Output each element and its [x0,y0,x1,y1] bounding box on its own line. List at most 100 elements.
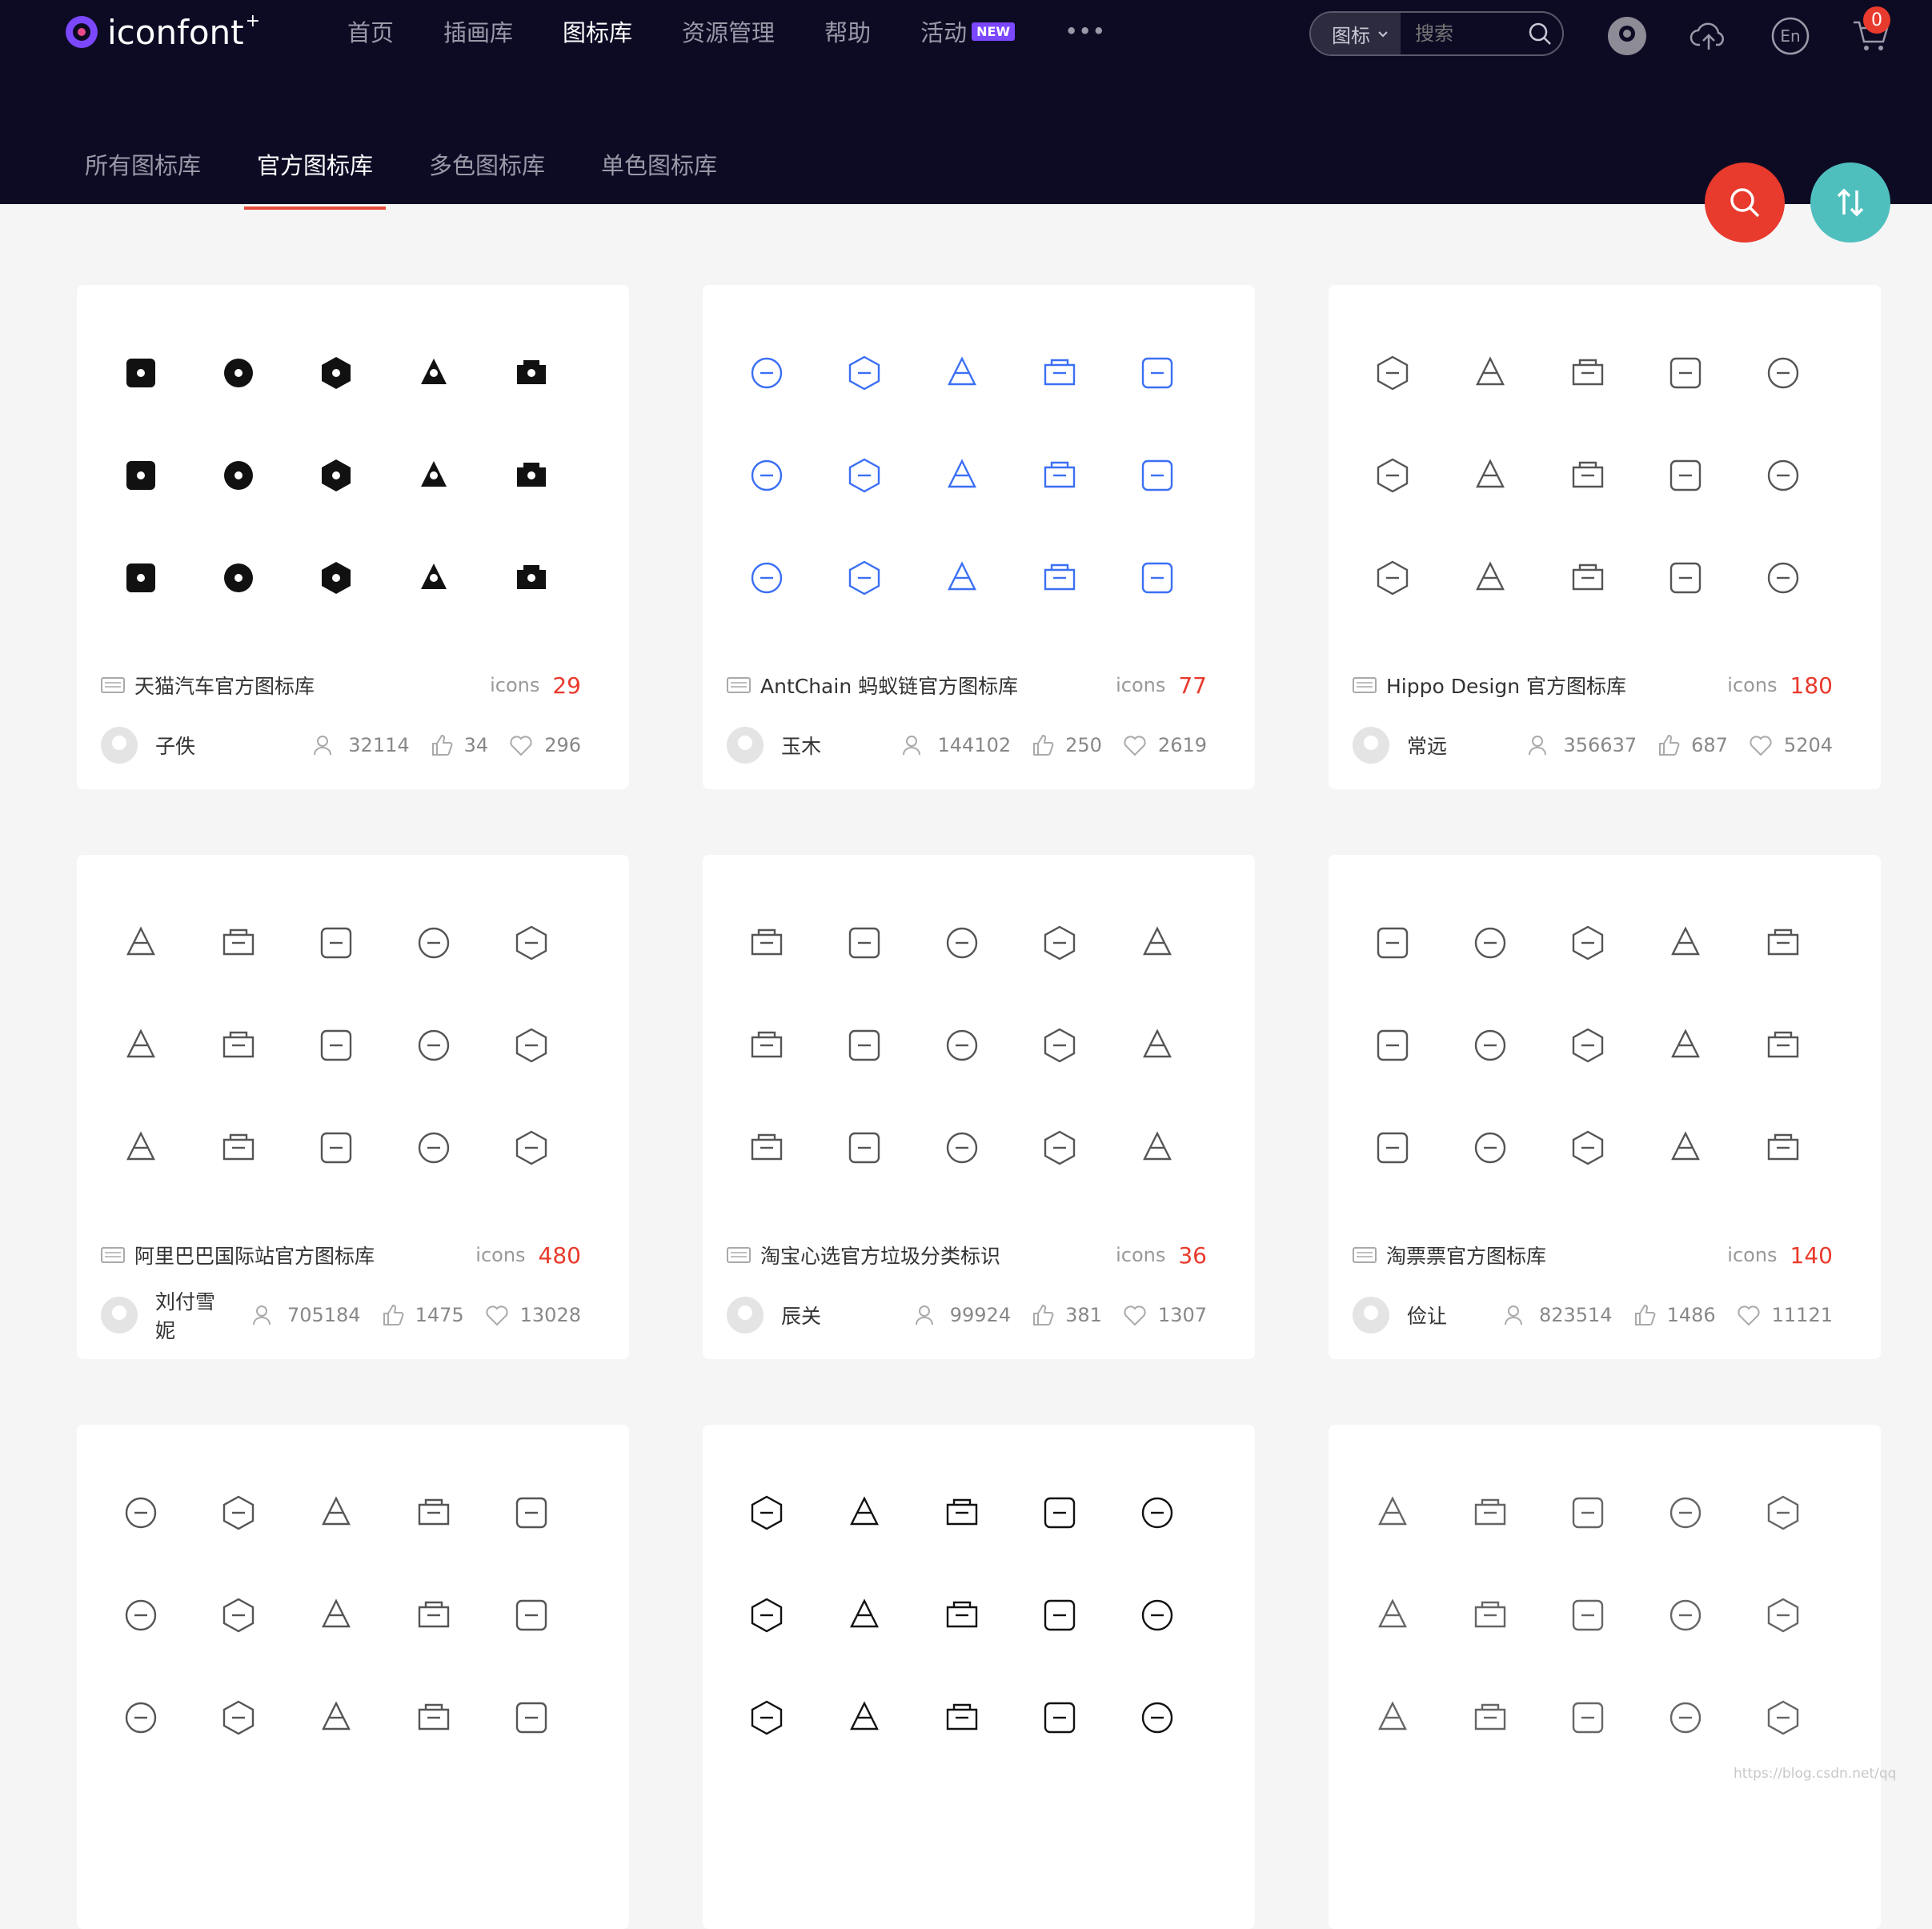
library-preview-icon[interactable] [1762,1697,1804,1739]
library-preview-icon[interactable] [218,455,259,496]
card-title[interactable]: 阿里巴巴国际站官方图标库 [134,1241,475,1269]
library-preview-icon[interactable] [746,1025,788,1066]
library-preview-icon[interactable] [1136,557,1178,599]
library-preview-icon[interactable] [315,352,357,394]
library-preview-icon[interactable] [1567,1025,1609,1066]
library-preview-icon[interactable] [941,1127,983,1169]
library-preview-icon[interactable] [315,1127,357,1169]
library-preview-icon[interactable] [511,1492,552,1534]
library-preview-icon[interactable] [941,557,983,599]
library-preview-icon[interactable] [1665,352,1706,394]
library-preview-icon[interactable] [844,1127,885,1169]
author-avatar[interactable] [1353,727,1389,764]
library-card[interactable] [1329,1425,1881,1929]
library-preview-icon[interactable] [120,922,162,964]
library-preview-icon[interactable] [1567,352,1609,394]
library-preview-icon[interactable] [1039,1594,1080,1636]
author-name[interactable]: 常远 [1407,731,1507,760]
library-preview-icon[interactable] [1567,557,1609,599]
library-preview-icon[interactable] [1039,1492,1080,1534]
library-preview-icon[interactable] [1665,557,1706,599]
library-preview-icon[interactable] [218,1697,259,1739]
library-preview-icon[interactable] [941,455,983,496]
library-preview-icon[interactable] [1136,352,1178,394]
library-preview-icon[interactable] [413,557,455,599]
favorites-stat[interactable]: 296 [509,734,581,756]
library-preview-icon[interactable] [1665,1025,1706,1066]
library-preview-icon[interactable] [511,1127,552,1169]
library-preview-icon[interactable] [1665,1697,1706,1739]
author-avatar[interactable] [727,727,764,764]
library-preview-icon[interactable] [413,1127,455,1169]
library-preview-icon[interactable] [413,1025,455,1066]
author-avatar[interactable] [727,1297,764,1333]
library-preview-icon[interactable] [120,1697,162,1739]
library-preview-icon[interactable] [315,922,357,964]
library-card[interactable]: 淘宝心选官方垃圾分类标识 icons 36 辰关 99924 381 1307 [703,855,1255,1359]
library-preview-icon[interactable] [1762,455,1804,496]
library-preview-icon[interactable] [1665,1594,1706,1636]
library-preview-icon[interactable] [511,352,552,394]
likes-stat[interactable]: 34 [431,734,488,756]
library-preview-icon[interactable] [1372,455,1413,496]
library-preview-icon[interactable] [1762,1127,1804,1169]
library-preview-icon[interactable] [1469,1127,1511,1169]
favorites-stat[interactable]: 11121 [1737,1304,1833,1326]
author-name[interactable]: 辰关 [781,1301,894,1329]
library-preview-icon[interactable] [120,1025,162,1066]
library-preview-icon[interactable] [1136,1594,1178,1636]
library-preview-icon[interactable] [1039,1697,1080,1739]
library-preview-icon[interactable] [1372,1697,1413,1739]
library-preview-icon[interactable] [218,557,259,599]
library-preview-icon[interactable] [1039,1127,1080,1169]
card-title[interactable]: 淘宝心选官方垃圾分类标识 [760,1241,1116,1269]
nav-icon-library[interactable]: 图标库 [563,14,632,48]
library-preview-icon[interactable] [1469,1492,1511,1534]
library-preview-icon[interactable] [1039,352,1080,394]
library-preview-icon[interactable] [844,1697,885,1739]
library-preview-icon[interactable] [218,1127,259,1169]
library-preview-icon[interactable] [1136,455,1178,496]
library-preview-icon[interactable] [1762,1025,1804,1066]
library-preview-icon[interactable] [941,1025,983,1066]
likes-stat[interactable]: 1475 [382,1304,464,1326]
library-preview-icon[interactable] [1469,557,1511,599]
library-preview-icon[interactable] [1136,922,1178,964]
library-preview-icon[interactable] [511,557,552,599]
library-preview-icon[interactable] [511,1594,552,1636]
library-preview-icon[interactable] [1039,922,1080,964]
library-preview-icon[interactable] [941,1492,983,1534]
search-type-select[interactable]: 图标 [1311,13,1401,54]
library-preview-icon[interactable] [1469,922,1511,964]
library-preview-icon[interactable] [1372,1025,1413,1066]
library-preview-icon[interactable] [413,352,455,394]
library-card[interactable] [703,1425,1255,1929]
favorites-stat[interactable]: 2619 [1123,734,1207,756]
library-preview-icon[interactable] [1469,1697,1511,1739]
library-preview-icon[interactable] [1469,455,1511,496]
library-preview-icon[interactable] [1372,922,1413,964]
library-preview-icon[interactable] [941,1594,983,1636]
library-preview-icon[interactable] [1136,1697,1178,1739]
library-preview-icon[interactable] [511,1697,552,1739]
nav-events[interactable]: 活动 NEW [920,14,1016,48]
library-preview-icon[interactable] [844,1492,885,1534]
library-preview-icon[interactable] [1469,352,1511,394]
library-preview-icon[interactable] [746,1492,788,1534]
upload-cloud-icon[interactable] [1689,16,1729,56]
library-preview-icon[interactable] [1136,1492,1178,1534]
library-preview-icon[interactable] [218,352,259,394]
library-preview-icon[interactable] [746,1697,788,1739]
library-preview-icon[interactable] [1136,1127,1178,1169]
author-name[interactable]: 子佚 [155,731,292,760]
user-avatar-icon[interactable] [1607,16,1647,56]
library-preview-icon[interactable] [746,922,788,964]
floating-search-button[interactable] [1705,162,1785,243]
tab-official-libraries[interactable]: 官方图标库 [244,147,387,210]
author-avatar[interactable] [101,727,138,764]
library-preview-icon[interactable] [941,922,983,964]
library-preview-icon[interactable] [120,1492,162,1534]
library-preview-icon[interactable] [120,557,162,599]
library-preview-icon[interactable] [746,1127,788,1169]
library-preview-icon[interactable] [746,455,788,496]
